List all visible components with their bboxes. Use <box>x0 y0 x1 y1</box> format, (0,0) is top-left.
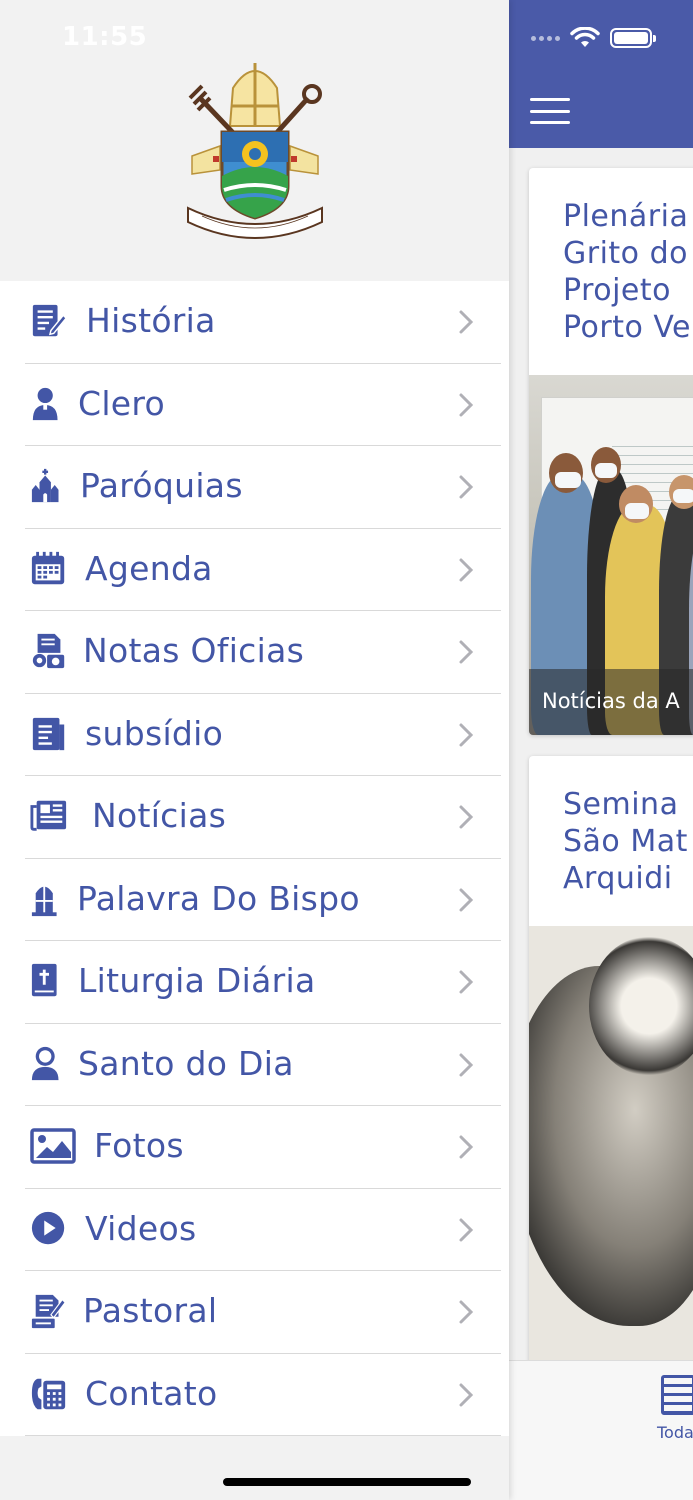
status-time: 11:55 <box>62 22 148 52</box>
menu-item-notas-oficias[interactable]: Notas Oficias <box>0 611 509 694</box>
menu-item-label: Pastoral <box>83 1291 218 1330</box>
menu-item-label: Palavra Do Bispo <box>77 878 360 918</box>
menu-item-agenda[interactable]: Agenda <box>0 529 509 611</box>
chevron-right-icon <box>459 1218 474 1241</box>
battery-icon <box>610 28 656 48</box>
chevron-right-icon <box>459 1053 474 1076</box>
official-notes-icon <box>30 631 68 671</box>
menu-item-fotos[interactable]: Fotos <box>0 1106 509 1189</box>
menu-item-liturgia-diaria[interactable]: Liturgia Diária <box>0 941 509 1024</box>
chevron-right-icon <box>459 723 474 746</box>
pastoral-icon <box>30 1291 68 1331</box>
chevron-right-icon <box>459 970 474 994</box>
archdiocese-coat-of-arms-logo <box>187 63 323 239</box>
chevron-right-icon <box>459 805 474 829</box>
person-icon <box>30 384 68 424</box>
chevron-right-icon <box>459 310 474 334</box>
status-icons <box>531 24 656 52</box>
menu-item-label: Agenda <box>85 548 213 588</box>
chevron-right-icon <box>459 475 474 499</box>
menu-item-label: História <box>86 301 216 340</box>
menu-item-noticias[interactable]: Notícias <box>0 776 509 859</box>
chevron-right-icon <box>459 558 474 581</box>
image-icon <box>30 1126 76 1166</box>
cellular-signal-icon <box>531 35 560 41</box>
menu-item-label: Notas Oficias <box>83 631 305 670</box>
chevron-right-icon <box>459 640 474 664</box>
menu-hamburger-icon[interactable] <box>530 98 570 124</box>
menu-item-historia[interactable]: História <box>0 281 509 364</box>
drawer-footer <box>0 1436 509 1500</box>
home-indicator[interactable] <box>223 1478 471 1486</box>
news-card-category: Notícias da A <box>542 689 680 713</box>
menu-item-label: Notícias <box>92 796 227 835</box>
news-card-title[interactable]: Plenária Grito do Projeto Porto Ve <box>563 198 693 346</box>
tab-all-label[interactable]: Toda <box>657 1423 693 1442</box>
wifi-icon <box>570 27 600 47</box>
phone-icon <box>30 1374 68 1414</box>
menu-item-clero[interactable]: Clero <box>0 364 509 446</box>
user-circle-icon <box>30 1044 68 1084</box>
content-panel: Plenária Grito do Projeto Porto Ve Notíc… <box>509 0 693 1500</box>
news-list-icon[interactable] <box>661 1375 693 1415</box>
menu-item-label: Fotos <box>94 1126 184 1165</box>
news-card[interactable]: Plenária Grito do Projeto Porto Ve Notíc… <box>529 168 693 735</box>
chevron-right-icon <box>459 888 474 911</box>
menu-item-label: Paróquias <box>80 466 243 505</box>
menu-item-contato[interactable]: Contato <box>0 1354 509 1436</box>
menu-item-label: Clero <box>78 383 166 423</box>
bible-icon <box>30 961 68 1001</box>
chevron-right-icon <box>459 1383 474 1406</box>
news-card-caption-bar: Notícias da A <box>529 669 693 735</box>
menu-item-label: Videos <box>85 1208 197 1248</box>
bottom-tab-bar: Toda <box>509 1360 693 1500</box>
menu-item-palavra-do-bispo[interactable]: Palavra Do Bispo <box>0 859 509 941</box>
menu-item-santo-do-dia[interactable]: Santo do Dia <box>0 1024 509 1106</box>
play-circle-icon <box>30 1209 68 1249</box>
chevron-right-icon <box>459 1300 474 1324</box>
app-top-bar <box>509 0 693 148</box>
newspaper-icon <box>30 796 68 836</box>
menu-item-label: Santo do Dia <box>78 1043 294 1083</box>
menu-item-paroquias[interactable]: Paróquias <box>0 446 509 529</box>
drawer-header: 11:55 <box>0 0 509 281</box>
menu-item-videos[interactable]: Videos <box>0 1189 509 1271</box>
history-edit-icon <box>30 301 68 341</box>
news-card[interactable]: Semina São Mat Arquidi <box>529 756 693 1376</box>
drawer-menu: História Clero Paróquias Agenda Notas Of… <box>0 281 509 1436</box>
news-card-image[interactable]: Notícias da A <box>529 375 693 735</box>
menu-item-subsidio[interactable]: subsídio <box>0 694 509 776</box>
church-icon <box>30 466 68 506</box>
calendar-icon <box>30 549 68 589</box>
news-card-image[interactable] <box>529 926 693 1376</box>
menu-item-label: Contato <box>85 1373 218 1413</box>
subsidy-book-icon <box>30 714 68 754</box>
news-card-title[interactable]: Semina São Mat Arquidi <box>563 786 693 897</box>
menu-item-pastoral[interactable]: Pastoral <box>0 1271 509 1354</box>
menu-item-label: subsídio <box>85 713 224 753</box>
menu-item-label: Liturgia Diária <box>78 961 316 1000</box>
side-drawer: 11:55 História Clero Paróquias Agenda No… <box>0 0 509 1500</box>
chevron-right-icon <box>459 393 474 416</box>
chevron-right-icon <box>459 1135 474 1159</box>
bishop-mitre-icon <box>30 879 68 919</box>
